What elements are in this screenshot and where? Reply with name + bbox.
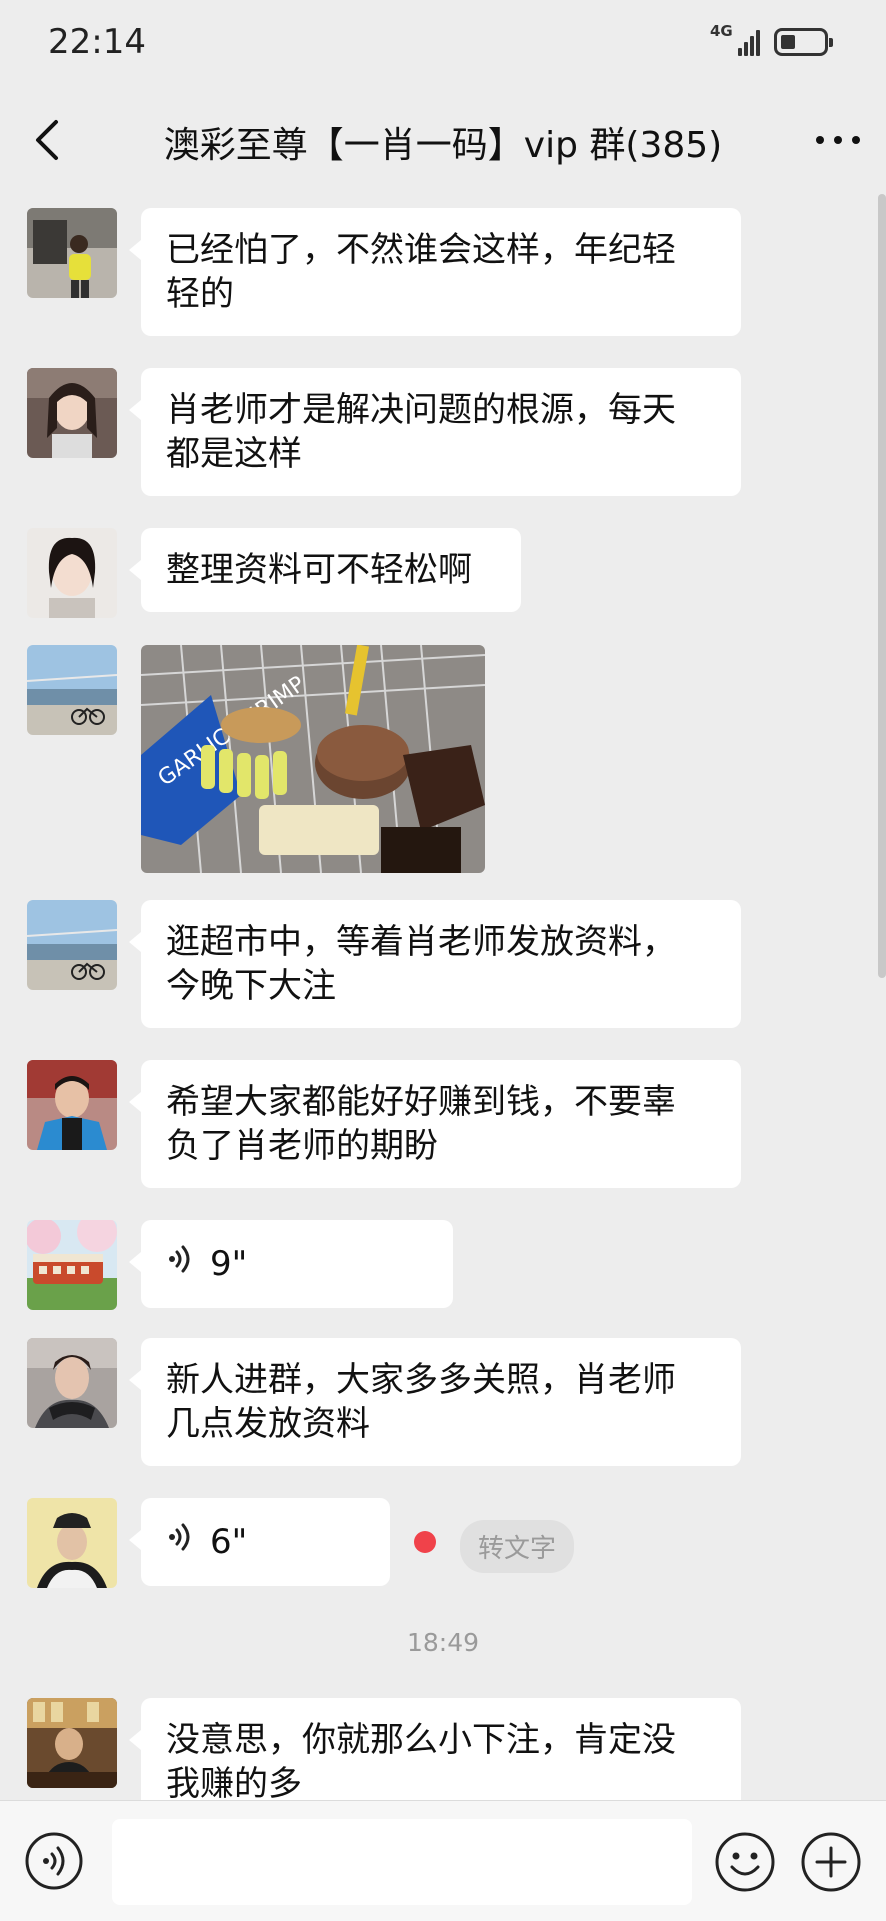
voice-duration: 6" (210, 1522, 248, 1562)
voice-message[interactable]: 9" (129, 1220, 453, 1308)
avatar[interactable] (27, 900, 117, 990)
status-bar: 22:14 4G (0, 0, 886, 88)
avatar[interactable] (27, 368, 117, 458)
voice-message[interactable]: 6" (129, 1498, 390, 1586)
scrollbar[interactable] (878, 194, 886, 978)
message-bubble[interactable]: 肖老师才是解决问题的根源，每天 都是这样 (129, 368, 741, 496)
message-text: 已经怕了，不然谁会这样，年纪轻 (166, 230, 676, 270)
chat-title: 澳彩至尊【一肖一码】vip 群(385) (163, 125, 723, 166)
emoji-icon[interactable] (714, 1831, 776, 1893)
avatar[interactable] (27, 528, 117, 618)
avatar[interactable] (27, 1498, 117, 1588)
network-type: 4G (710, 22, 733, 40)
message-text: 负了肖老师的期盼 (166, 1126, 438, 1166)
input-bar (0, 1800, 886, 1921)
avatar[interactable] (27, 1698, 117, 1788)
back-arrow-icon[interactable] (22, 112, 78, 168)
battery-icon (774, 28, 833, 56)
plus-icon[interactable] (800, 1831, 862, 1893)
message-bubble[interactable]: 没意思，你就那么小下注，肯定没 我赚的多 (129, 1698, 741, 1800)
message-text: 肖老师才是解决问题的根源，每天 (166, 390, 676, 430)
message-bubble[interactable]: 希望大家都能好好赚到钱，不要辜 负了肖老师的期盼 (129, 1060, 741, 1188)
convert-to-text-button[interactable]: 转文字 (460, 1520, 575, 1573)
unread-dot (414, 1531, 436, 1553)
message-text: 轻的 (166, 274, 234, 314)
avatar[interactable] (27, 1060, 117, 1150)
message-bubble[interactable]: 逛超市中，等着肖老师发放资料， 今晚下大注 (129, 900, 741, 1028)
message-bubble[interactable]: 新人进群，大家多多关照，肖老师 几点发放资料 (129, 1338, 741, 1466)
voice-wave-icon (166, 1520, 196, 1565)
avatar[interactable] (27, 1220, 117, 1310)
status-time: 22:14 (48, 22, 146, 62)
message-bubble[interactable]: 整理资料可不轻松啊 (129, 528, 521, 612)
message-list[interactable]: 已经怕了，不然谁会这样，年纪轻 轻的 肖老师才是解决问题的根源，每天 都是这样 … (0, 192, 886, 1800)
message-bubble[interactable]: 已经怕了，不然谁会这样，年纪轻 轻的 (129, 208, 741, 336)
more-icon[interactable] (812, 118, 864, 162)
message-text: 没意思，你就那么小下注，肯定没 (166, 1720, 676, 1760)
message-text: 今晚下大注 (166, 966, 336, 1006)
voice-duration: 9" (210, 1244, 248, 1284)
voice-input-icon[interactable] (24, 1831, 84, 1891)
time-separator: 18:49 (406, 1628, 480, 1657)
message-text: 整理资料可不轻松啊 (166, 550, 472, 590)
message-text: 逛超市中，等着肖老师发放资料， (166, 922, 676, 962)
message-text: 希望大家都能好好赚到钱，不要辜 (166, 1082, 676, 1122)
voice-wave-icon (166, 1242, 196, 1287)
avatar[interactable] (27, 208, 117, 298)
message-text: 都是这样 (166, 434, 302, 474)
message-input[interactable] (112, 1819, 692, 1905)
image-message[interactable]: GARLIC SHRIMP (141, 645, 485, 873)
message-text: 我赚的多 (166, 1764, 302, 1800)
signal-icon (738, 26, 764, 56)
chat-header: 澳彩至尊【一肖一码】vip 群(385) (0, 88, 886, 192)
avatar[interactable] (27, 645, 117, 735)
message-text: 几点发放资料 (166, 1404, 370, 1444)
message-text: 新人进群，大家多多关照，肖老师 (166, 1360, 676, 1400)
avatar[interactable] (27, 1338, 117, 1428)
